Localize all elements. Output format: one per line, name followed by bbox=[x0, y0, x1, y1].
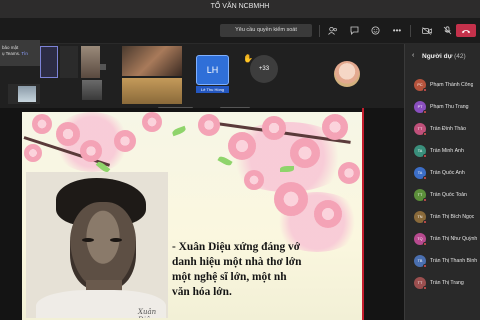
status-indicator-icon bbox=[423, 286, 427, 290]
status-indicator-icon bbox=[423, 176, 427, 180]
back-chevron-icon[interactable]: ‹ bbox=[412, 52, 414, 59]
participant-row[interactable]: TA Trần Minh Ánh bbox=[414, 142, 480, 160]
avatar: TQ bbox=[414, 233, 427, 246]
blossom-decoration bbox=[314, 200, 342, 228]
more-icon[interactable]: ••• bbox=[390, 24, 404, 37]
video-tile[interactable] bbox=[82, 80, 102, 100]
more-participants-badge[interactable]: +33 bbox=[250, 55, 278, 83]
avatar: TN bbox=[414, 211, 427, 224]
blossom-decoration bbox=[56, 122, 80, 146]
blossom-decoration bbox=[198, 114, 220, 136]
status-indicator-icon bbox=[423, 110, 427, 114]
participant-row[interactable]: TQ Trần Thị Như Quỳnh bbox=[414, 230, 480, 248]
toolbar-divider bbox=[410, 25, 411, 37]
participant-name: Phạm Thu Trang bbox=[430, 104, 469, 110]
meeting-title: TỔ VĂN NCBMHH bbox=[210, 3, 270, 10]
participant-name: Trần Đình Thảo bbox=[430, 126, 467, 132]
status-indicator-icon bbox=[423, 220, 427, 224]
portrait-eye bbox=[110, 238, 122, 242]
blossom-decoration bbox=[142, 112, 162, 132]
participant-name: Phạm Thành Công bbox=[430, 82, 474, 88]
avatar: TA bbox=[414, 145, 427, 158]
participant-name: Trần Thị Thanh Bình bbox=[430, 258, 478, 264]
reactions-icon[interactable] bbox=[368, 24, 382, 37]
video-tile[interactable] bbox=[60, 46, 78, 78]
camera-icon[interactable] bbox=[420, 24, 434, 37]
leaf-decoration bbox=[280, 166, 294, 172]
status-indicator-icon bbox=[423, 242, 427, 246]
slide-line: một nghệ sĩ lớn, một nh bbox=[172, 271, 287, 283]
participant-name: Trần Quốc Anh bbox=[430, 170, 465, 176]
avatar: PC bbox=[414, 79, 427, 92]
people-icon[interactable] bbox=[326, 24, 340, 37]
video-tile[interactable] bbox=[122, 78, 182, 104]
blossom-decoration bbox=[338, 162, 360, 184]
status-indicator-icon bbox=[423, 198, 427, 202]
status-indicator-icon bbox=[423, 264, 427, 268]
portrait-face bbox=[70, 202, 136, 290]
leaf-decoration bbox=[171, 125, 187, 137]
blossom-decoration bbox=[80, 140, 102, 162]
presenter-name: Lê Thu Hồng bbox=[196, 86, 229, 93]
portrait-signature: Xuân Diệu bbox=[138, 308, 157, 318]
participant-row[interactable]: TN Trần Thị Bích Ngọc bbox=[414, 208, 480, 226]
chat-icon[interactable] bbox=[347, 24, 361, 37]
participant-name: Trần Minh Ánh bbox=[430, 148, 464, 154]
participant-row[interactable]: PC Phạm Thành Công bbox=[414, 76, 480, 94]
blossom-decoration bbox=[274, 182, 308, 216]
toolbar-divider bbox=[319, 25, 320, 37]
slide-line: văn hóa lớn. bbox=[172, 286, 232, 298]
video-tile[interactable] bbox=[40, 46, 58, 78]
avatar: TT bbox=[414, 123, 427, 136]
participant-name: Trần Quốc Toản bbox=[430, 192, 467, 198]
status-indicator-icon bbox=[423, 154, 427, 158]
notification-link[interactable]: Tìn bbox=[21, 51, 28, 56]
avatar: TB bbox=[414, 255, 427, 268]
leave-call-button[interactable] bbox=[456, 24, 476, 37]
blossom-decoration bbox=[114, 130, 136, 152]
participant-name: Trần Thị Bích Ngọc bbox=[430, 214, 475, 220]
blossom-decoration bbox=[244, 170, 264, 190]
avatar[interactable]: LH bbox=[196, 55, 229, 85]
blossom-decoration bbox=[32, 114, 52, 134]
slide-line: - Xuân Diệu xứng đáng vớ bbox=[172, 241, 301, 253]
portrait-eye bbox=[82, 238, 94, 242]
blossom-decoration bbox=[228, 132, 256, 160]
participant-name: Trần Thị Trang bbox=[430, 280, 464, 286]
avatar: TT bbox=[414, 277, 427, 290]
participant-row[interactable]: TA Trần Quốc Anh bbox=[414, 164, 480, 182]
slide-text: - Xuân Diệu xứng đáng vớ danh hiệu một n… bbox=[172, 240, 364, 300]
participant-row[interactable]: TB Trần Thị Thanh Bình bbox=[414, 252, 480, 270]
participant-photo[interactable] bbox=[334, 61, 360, 87]
participant-row[interactable]: TT Trần Quốc Toản bbox=[414, 186, 480, 204]
pin-icon[interactable] bbox=[100, 64, 106, 70]
avatar: PT bbox=[414, 101, 427, 114]
video-tile[interactable] bbox=[18, 86, 36, 102]
video-tile[interactable] bbox=[122, 46, 182, 76]
title-bar: TỔ VĂN NCBMHH bbox=[0, 0, 480, 18]
participant-row[interactable]: TT Trần Thị Trang bbox=[414, 274, 480, 292]
avatar: TA bbox=[414, 167, 427, 180]
notification-toast: bảo mật ụ Teams. Tìn bbox=[0, 40, 40, 66]
participant-row[interactable]: PT Phạm Thu Trang bbox=[414, 98, 480, 116]
portrait-image: Xuân Diệu bbox=[26, 172, 168, 318]
status-indicator-icon bbox=[423, 132, 427, 136]
video-tile[interactable] bbox=[81, 46, 100, 78]
mic-off-icon[interactable] bbox=[440, 24, 454, 37]
blossom-decoration bbox=[262, 116, 286, 140]
blossom-decoration bbox=[24, 144, 42, 162]
slide-line: danh hiệu một nhà thơ lớn bbox=[172, 256, 302, 268]
avatar: TT bbox=[414, 189, 427, 202]
status-indicator-icon bbox=[423, 88, 427, 92]
participant-row[interactable]: TT Trần Đình Thảo bbox=[414, 120, 480, 138]
panel-title: Người dự (42) bbox=[422, 53, 466, 60]
request-control-button[interactable]: Yêu cầu quyền kiểm soát bbox=[220, 24, 312, 37]
participant-name: Trần Thị Như Quỳnh bbox=[430, 236, 478, 242]
notification-line: ụ Teams. bbox=[2, 51, 21, 56]
blossom-decoration bbox=[322, 114, 348, 140]
blossom-decoration bbox=[290, 138, 320, 168]
